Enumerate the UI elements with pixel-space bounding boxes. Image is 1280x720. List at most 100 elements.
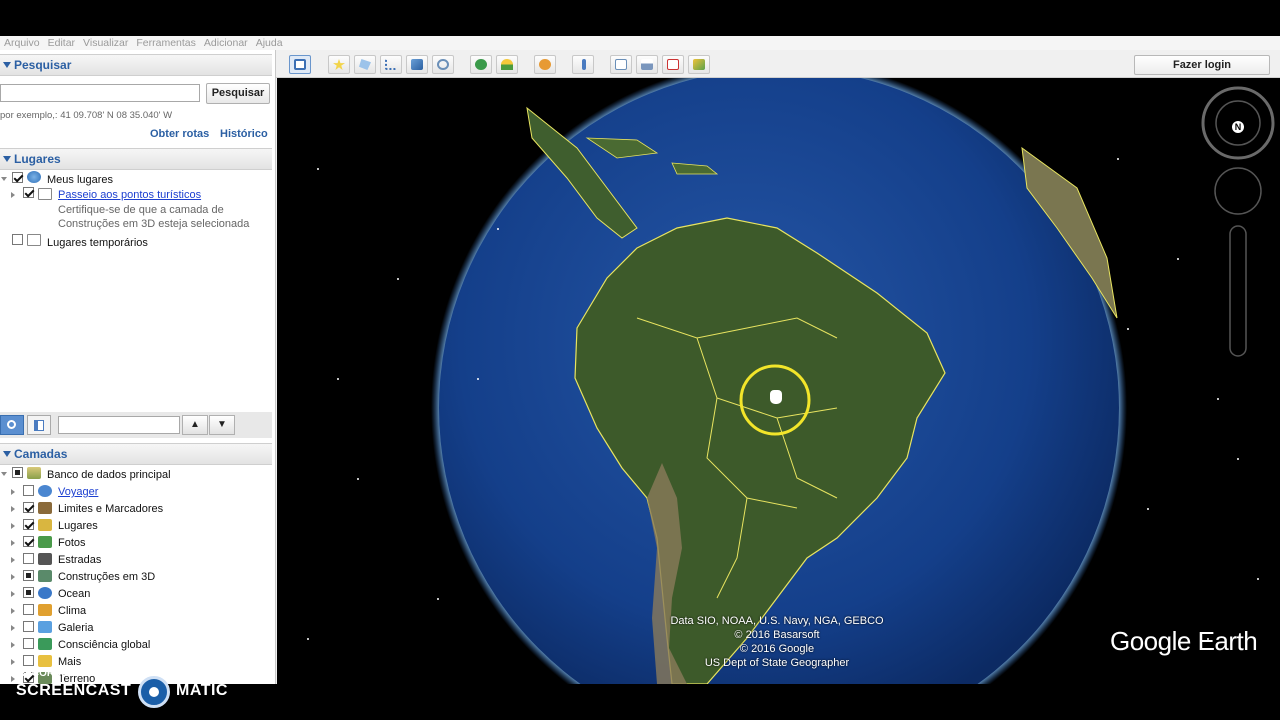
save-image-icon: [693, 59, 705, 70]
expand-arrow-icon[interactable]: [11, 540, 15, 546]
layer-checkbox[interactable]: [23, 519, 34, 530]
history-link[interactable]: Histórico: [220, 128, 268, 140]
tour-checkbox[interactable]: [23, 187, 34, 198]
layer-row[interactable]: Clima: [0, 603, 272, 620]
expand-arrow-icon[interactable]: [11, 574, 15, 580]
layer-label[interactable]: Ocean: [58, 588, 90, 600]
layer-checkbox[interactable]: [23, 587, 34, 598]
search-button[interactable]: Pesquisar: [206, 83, 270, 104]
layer-checkbox[interactable]: [23, 553, 34, 564]
temp-places-checkbox[interactable]: [12, 234, 23, 245]
layer-label[interactable]: Lugares: [58, 520, 98, 532]
layer-checkbox[interactable]: [23, 536, 34, 547]
search-places-button[interactable]: [0, 415, 24, 435]
layer-label[interactable]: Clima: [58, 605, 86, 617]
layer-label[interactable]: Limites e Marcadores: [58, 503, 163, 515]
layer-row[interactable]: Construções em 3D: [0, 569, 272, 586]
sunlight-button[interactable]: [496, 55, 518, 74]
login-button[interactable]: Fazer login: [1134, 55, 1270, 75]
tour-link[interactable]: Passeio aos pontos turísticos: [58, 189, 201, 201]
print-button[interactable]: [636, 55, 658, 74]
layer-icon: [38, 638, 52, 650]
menu-editar[interactable]: Editar: [44, 36, 79, 50]
layer-row[interactable]: Fotos: [0, 535, 272, 552]
layer-row[interactable]: Ocean: [0, 586, 272, 603]
add-overlay-button[interactable]: [406, 55, 428, 74]
layer-row[interactable]: Voyager: [0, 484, 272, 501]
expand-arrow-icon[interactable]: [1, 177, 7, 181]
menu-ajuda[interactable]: Ajuda: [252, 36, 287, 50]
search-input[interactable]: [0, 84, 200, 102]
sidebar-toggle-button[interactable]: [27, 415, 51, 435]
layer-row[interactable]: Consciência global: [0, 637, 272, 654]
layer-row[interactable]: Lugares: [0, 518, 272, 535]
expand-arrow-icon[interactable]: [11, 625, 15, 631]
search-panel-title: Pesquisar: [14, 58, 72, 72]
layer-label[interactable]: Consciência global: [58, 639, 150, 651]
menu-arquivo[interactable]: Arquivo: [0, 36, 44, 50]
layer-icon: [38, 604, 52, 616]
sidebar-toggle-button[interactable]: [289, 55, 311, 74]
menu-adicionar[interactable]: Adicionar: [200, 36, 252, 50]
my-places-checkbox[interactable]: [12, 172, 23, 183]
view-in-maps-button[interactable]: [662, 55, 684, 74]
layer-checkbox[interactable]: [23, 655, 34, 666]
directions-link[interactable]: Obter rotas: [150, 128, 209, 140]
menu-visualizar[interactable]: Visualizar: [79, 36, 132, 50]
add-path-button[interactable]: [380, 55, 402, 74]
layer-label[interactable]: Mais: [58, 656, 81, 668]
layer-row[interactable]: Galeria: [0, 620, 272, 637]
star: [1257, 578, 1259, 580]
save-image-button[interactable]: [688, 55, 710, 74]
hand-cursor-icon: [770, 390, 782, 404]
menu-ferramentas[interactable]: Ferramentas: [132, 36, 200, 50]
layers-panel-header[interactable]: Camadas: [0, 443, 272, 465]
layer-icon: [38, 621, 52, 633]
layer-label[interactable]: Galeria: [58, 622, 93, 634]
expand-arrow-icon[interactable]: [1, 472, 7, 476]
layer-label[interactable]: Construções em 3D: [58, 571, 155, 583]
places-panel-header[interactable]: Lugares: [0, 148, 272, 170]
primary-db-label[interactable]: Banco de dados principal: [47, 469, 171, 481]
ruler-button[interactable]: [572, 55, 594, 74]
layer-checkbox[interactable]: [23, 502, 34, 513]
folder-icon: [38, 188, 52, 200]
layer-row[interactable]: Limites e Marcadores: [0, 501, 272, 518]
expand-arrow-icon[interactable]: [11, 192, 15, 198]
my-places-label[interactable]: Meus lugares: [47, 174, 113, 186]
layer-checkbox[interactable]: [23, 621, 34, 632]
layer-label[interactable]: Fotos: [58, 537, 86, 549]
add-polygon-button[interactable]: [354, 55, 376, 74]
expand-arrow-icon[interactable]: [11, 557, 15, 563]
temp-places-label[interactable]: Lugares temporários: [47, 237, 148, 249]
layer-checkbox[interactable]: [23, 485, 34, 496]
email-button[interactable]: [610, 55, 632, 74]
places-filter-input[interactable]: [58, 416, 180, 434]
expand-arrow-icon[interactable]: [11, 608, 15, 614]
layer-row[interactable]: Estradas: [0, 552, 272, 569]
expand-arrow-icon[interactable]: [11, 489, 15, 495]
move-down-arrow-icon[interactable]: ▼: [209, 415, 235, 435]
sidebar: Pesquisar Pesquisar por exemplo,: 41 09.…: [0, 50, 276, 685]
expand-arrow-icon[interactable]: [11, 642, 15, 648]
add-placemark-button[interactable]: [328, 55, 350, 74]
expand-arrow-icon[interactable]: [11, 506, 15, 512]
move-up-arrow-icon[interactable]: ▲: [182, 415, 208, 435]
expand-arrow-icon[interactable]: [11, 523, 15, 529]
earth-viewport[interactable]: N Data SIO, NOAA, U.S. Navy, NGA, GEBCO …: [277, 78, 1280, 684]
expand-arrow-icon[interactable]: [11, 676, 15, 682]
layer-icon: [38, 570, 52, 582]
compass-north-label[interactable]: N: [1232, 121, 1244, 133]
planets-button[interactable]: [534, 55, 556, 74]
search-panel-header[interactable]: Pesquisar: [0, 54, 272, 76]
record-tour-button[interactable]: [432, 55, 454, 74]
primary-db-checkbox[interactable]: [12, 467, 23, 478]
expand-arrow-icon[interactable]: [11, 591, 15, 597]
layer-checkbox[interactable]: [23, 570, 34, 581]
layer-label[interactable]: Estradas: [58, 554, 101, 566]
layer-checkbox[interactable]: [23, 638, 34, 649]
expand-arrow-icon[interactable]: [11, 659, 15, 665]
layer-checkbox[interactable]: [23, 604, 34, 615]
historical-imagery-button[interactable]: [470, 55, 492, 74]
layer-label[interactable]: Voyager: [58, 486, 98, 498]
